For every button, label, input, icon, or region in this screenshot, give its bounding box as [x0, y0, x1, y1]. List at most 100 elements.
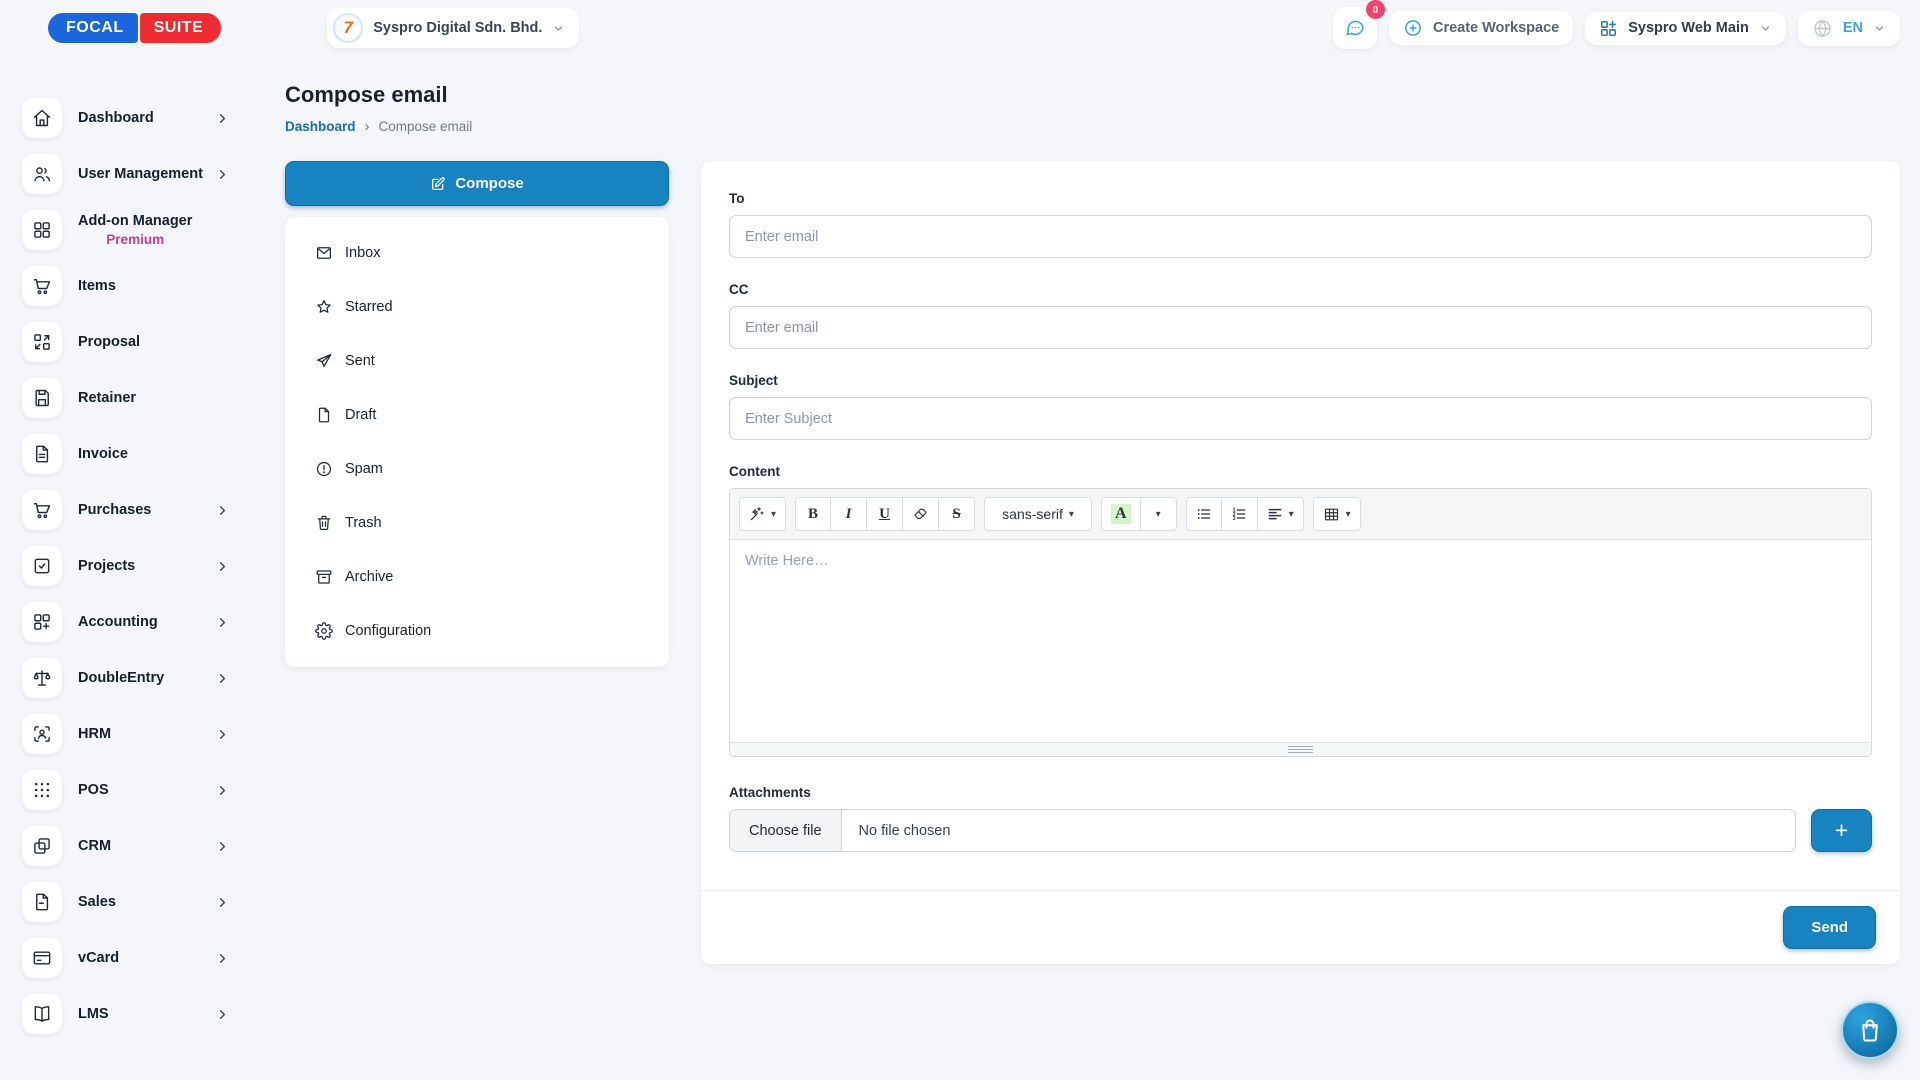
- sidebar-item-user-management[interactable]: User Management: [22, 146, 260, 202]
- ordered-list-button[interactable]: 123: [1222, 497, 1258, 531]
- sidebar-item-projects[interactable]: Projects: [22, 538, 260, 594]
- gear-icon: [315, 622, 333, 640]
- underline-button[interactable]: U: [867, 497, 903, 531]
- to-input[interactable]: [729, 215, 1872, 258]
- editor-placeholder: Write Here…: [745, 553, 829, 569]
- cc-input[interactable]: [729, 306, 1872, 349]
- add-attachment-button[interactable]: +: [1811, 809, 1872, 852]
- editor-content-area[interactable]: Write Here…: [730, 540, 1871, 742]
- mail-folder-trash[interactable]: Trash: [285, 496, 669, 550]
- caret-down-icon: ▾: [1289, 509, 1294, 520]
- sidebar-item-purchases[interactable]: Purchases: [22, 482, 260, 538]
- sidebar-item-sublabel: Premium: [78, 232, 192, 247]
- topbar: FOCAL SUITE 7 Syspro Digital Sdn. Bhd. 0…: [0, 0, 1920, 56]
- hrm-icon: [22, 714, 62, 754]
- proposal-icon: [22, 322, 62, 362]
- sidebar-item-sales[interactable]: Sales: [22, 874, 260, 930]
- chevron-right-icon: [215, 783, 230, 798]
- choose-file-button[interactable]: Choose file: [730, 810, 842, 851]
- mail-folder-draft[interactable]: Draft: [285, 388, 669, 442]
- subject-input[interactable]: [729, 397, 1872, 440]
- sidebar-item-dashboard[interactable]: Dashboard: [22, 90, 260, 146]
- home-icon: [22, 98, 62, 138]
- mail-folder-sent[interactable]: Sent: [285, 334, 669, 388]
- sidebar-item-retainer[interactable]: Retainer: [22, 370, 260, 426]
- pos-icon: [22, 770, 62, 810]
- italic-button[interactable]: I: [831, 497, 867, 531]
- mail-folder-spam[interactable]: Spam: [285, 442, 669, 496]
- sidebar-item-proposal[interactable]: Proposal: [22, 314, 260, 370]
- paragraph-align-dropdown[interactable]: ▾: [1258, 497, 1304, 531]
- file-input[interactable]: Choose file No file chosen: [729, 809, 1796, 852]
- compose-button[interactable]: Compose: [285, 161, 669, 206]
- purchases-icon: [22, 490, 62, 530]
- workspace-name: Syspro Digital Sdn. Bhd.: [373, 20, 542, 36]
- messages-button[interactable]: 0: [1333, 7, 1377, 49]
- language-label: EN: [1843, 20, 1863, 36]
- sidebar-item-label: POS: [78, 782, 109, 798]
- projects-icon: [22, 546, 62, 586]
- sidebar-item-label: Invoice: [78, 446, 128, 462]
- editor-toolbar: ▾ B I U S: [730, 489, 1871, 540]
- editor-resize-bar[interactable]: [730, 742, 1871, 756]
- sidebar-item-pos[interactable]: POS: [22, 762, 260, 818]
- sales-icon: [22, 882, 62, 922]
- content-label: Content: [729, 464, 1872, 479]
- lms-icon: [22, 994, 62, 1034]
- sidebar-item-label: Sales: [78, 894, 116, 910]
- sidebar-item-accounting[interactable]: Accounting: [22, 594, 260, 650]
- sidebar-item-lms[interactable]: LMS: [22, 986, 260, 1042]
- mail-folder-archive[interactable]: Archive: [285, 550, 669, 604]
- sidebar-item-invoice[interactable]: Invoice: [22, 426, 260, 482]
- trash-icon: [315, 514, 333, 532]
- send-button[interactable]: Send: [1783, 906, 1876, 949]
- unordered-list-button[interactable]: [1186, 497, 1222, 531]
- create-workspace-button[interactable]: Create Workspace: [1389, 11, 1573, 45]
- store-fab-button[interactable]: [1841, 1001, 1899, 1059]
- style-dropdown-button[interactable]: ▾: [739, 497, 786, 531]
- sidebar-item-label: DoubleEntry: [78, 670, 164, 686]
- chevron-down-icon: [1873, 22, 1886, 35]
- attachments-label: Attachments: [729, 785, 1872, 800]
- inbox-icon: [315, 244, 333, 262]
- sidebar-item-doubleentry[interactable]: DoubleEntry: [22, 650, 260, 706]
- workspace-selector[interactable]: 7 Syspro Digital Sdn. Bhd.: [327, 8, 579, 48]
- chevron-right-icon: [215, 615, 230, 630]
- messages-count-badge: 0: [1366, 0, 1385, 19]
- breadcrumb-dashboard-link[interactable]: Dashboard: [285, 119, 356, 134]
- app-menu-selector[interactable]: Syspro Web Main: [1585, 12, 1786, 45]
- table-dropdown-button[interactable]: ▾: [1313, 497, 1361, 531]
- mail-folder-starred[interactable]: Starred: [285, 280, 669, 334]
- sidebar-item-label: Proposal: [78, 334, 140, 350]
- sidebar-item-add-on-manager[interactable]: Add-on ManagerPremium: [22, 202, 260, 258]
- sidebar-item-items[interactable]: Items: [22, 258, 260, 314]
- cart-icon: [22, 266, 62, 306]
- font-color-button[interactable]: A: [1101, 497, 1141, 531]
- bold-button[interactable]: B: [795, 497, 831, 531]
- chevron-right-icon: [215, 503, 230, 518]
- mail-folder-label: Inbox: [345, 245, 380, 261]
- sidebar-item-hrm[interactable]: HRM: [22, 706, 260, 762]
- sidebar-item-label: Accounting: [78, 614, 158, 630]
- language-selector[interactable]: EN: [1798, 11, 1900, 46]
- rich-text-editor: ▾ B I U S: [729, 488, 1872, 757]
- sidebar-item-crm[interactable]: CRM: [22, 818, 260, 874]
- chevron-right-icon: [215, 951, 230, 966]
- clear-format-button[interactable]: [903, 497, 939, 531]
- app-menu-label: Syspro Web Main: [1628, 20, 1749, 36]
- sidebar-item-label: Dashboard: [78, 110, 154, 126]
- bullet-list-icon: [1196, 506, 1212, 522]
- sidebar-item-label: LMS: [78, 1006, 109, 1022]
- sidebar-item-vcard[interactable]: vCard: [22, 930, 260, 986]
- mail-folder-configuration[interactable]: Configuration: [285, 604, 669, 658]
- topbar-actions: 0 Create Workspace Syspro Web Main EN: [1333, 7, 1900, 49]
- breadcrumb-separator-icon: ›: [365, 118, 370, 135]
- font-color-dropdown[interactable]: ▾: [1141, 497, 1177, 531]
- mail-folder-inbox[interactable]: Inbox: [285, 226, 669, 280]
- focal-suite-logo: FOCAL SUITE: [48, 13, 221, 43]
- font-family-dropdown[interactable]: sans-serif ▾: [984, 497, 1092, 531]
- spam-icon: [315, 460, 333, 478]
- sidebar-item-label: User Management: [78, 166, 203, 182]
- retainer-icon: [22, 378, 62, 418]
- strikethrough-button[interactable]: S: [939, 497, 975, 531]
